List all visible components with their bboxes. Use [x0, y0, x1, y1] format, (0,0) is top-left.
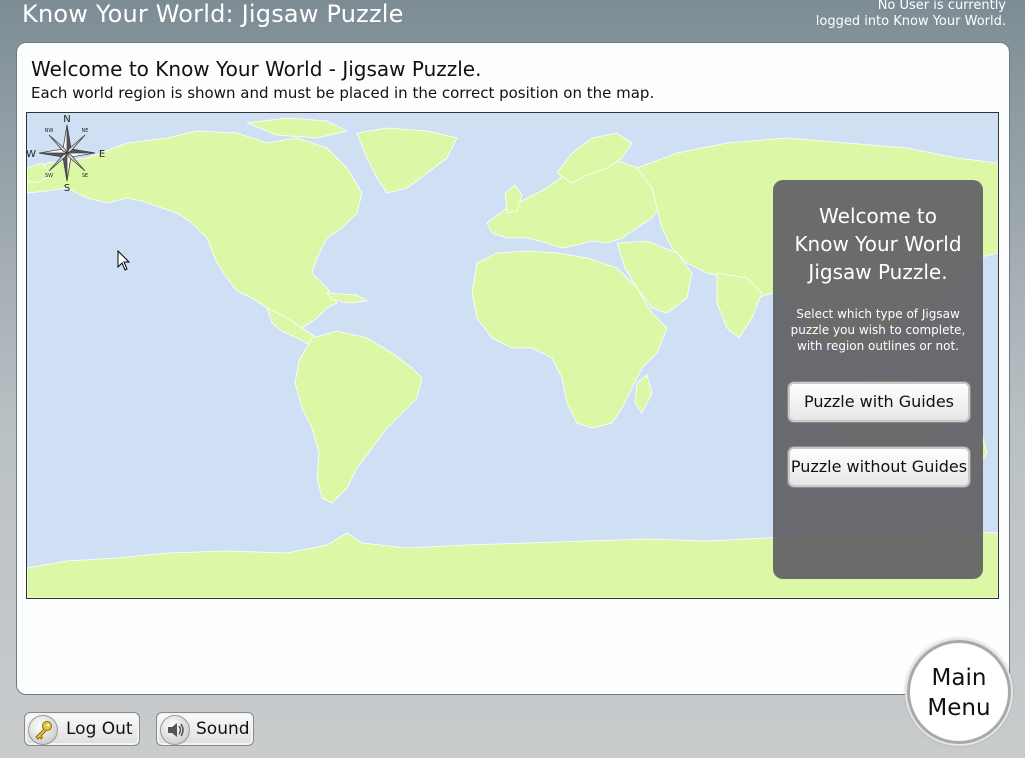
compass-rose-icon: N S W E NW NE SW SE — [27, 114, 105, 193]
compass-nw: NW — [45, 128, 54, 134]
compass-w: W — [27, 149, 36, 160]
main-menu-label-line2: Menu — [927, 695, 991, 721]
region-arctic-islands — [246, 117, 349, 139]
sound-button[interactable]: Sound — [156, 712, 254, 746]
compass-sw: SW — [45, 173, 53, 179]
log-out-button[interactable]: Log Out — [24, 712, 140, 746]
compass-ne: NE — [82, 128, 89, 134]
welcome-title: Welcome to Know Your World - Jigsaw Puzz… — [31, 57, 482, 81]
region-madagascar — [634, 374, 653, 414]
region-south-america — [294, 330, 423, 504]
sound-label: Sound — [196, 719, 250, 739]
user-status-line1: No User is currently — [877, 0, 1006, 13]
region-greenland — [356, 127, 458, 194]
main-menu-button[interactable]: Main Menu — [907, 640, 1011, 744]
welcome-subtitle: Each world region is shown and must be p… — [31, 84, 655, 102]
main-menu-label-line1: Main — [931, 665, 987, 691]
user-status-line2: logged into Know Your World. — [815, 14, 1006, 29]
overlay-title: Welcome to Know Your World Jigsaw Puzzle… — [794, 204, 962, 284]
compass-se: SE — [82, 173, 88, 179]
compass-n: N — [63, 114, 70, 125]
app-title: Know Your World: Jigsaw Puzzle — [22, 0, 404, 28]
speaker-icon — [160, 715, 190, 745]
start-overlay: Welcome to Know Your World Jigsaw Puzzle… — [773, 180, 983, 579]
key-icon — [28, 715, 58, 745]
compass-s: S — [64, 183, 70, 193]
puzzle-without-guides-button[interactable]: Puzzle without Guides — [788, 447, 970, 487]
puzzle-with-guides-button[interactable]: Puzzle with Guides — [788, 382, 970, 422]
compass-e: E — [99, 149, 105, 160]
user-status: No User is currently logged into Know Yo… — [816, 0, 1006, 30]
log-out-label: Log Out — [66, 719, 133, 739]
mouse-pointer-icon — [117, 250, 131, 271]
overlay-description: Select which type of Jigsaw puzzle you w… — [790, 307, 966, 353]
